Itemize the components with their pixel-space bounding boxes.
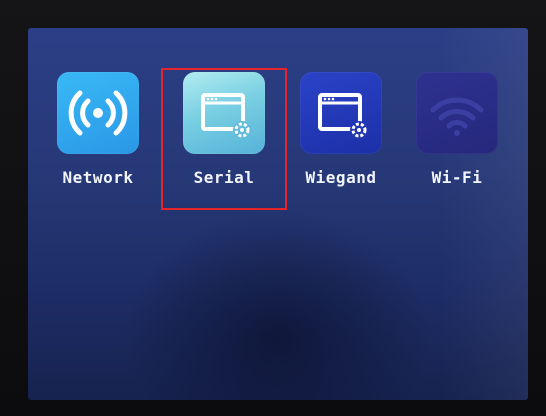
device-screen: Network Serial Wiegand Wi-Fi: [28, 28, 528, 400]
app-label-serial: Serial: [193, 168, 255, 187]
app-wifi[interactable]: Wi-Fi: [409, 72, 505, 187]
window-settings-icon: [318, 93, 368, 139]
network-tile[interactable]: [57, 72, 139, 154]
app-serial[interactable]: Serial: [176, 72, 272, 187]
app-label-wiegand: Wiegand: [305, 168, 377, 187]
wiegand-tile[interactable]: [300, 72, 382, 154]
wifi-tile[interactable]: [416, 72, 498, 154]
window-settings-icon: [201, 93, 251, 139]
wireless-signal-icon: [68, 90, 128, 136]
app-label-network: Network: [62, 168, 134, 187]
app-label-wifi: Wi-Fi: [431, 168, 483, 187]
device-bezel: Network Serial Wiegand Wi-Fi: [0, 0, 546, 416]
wifi-icon: [430, 97, 484, 136]
app-wiegand[interactable]: Wiegand: [293, 72, 389, 187]
serial-tile[interactable]: [183, 72, 265, 154]
app-network[interactable]: Network: [50, 72, 146, 187]
